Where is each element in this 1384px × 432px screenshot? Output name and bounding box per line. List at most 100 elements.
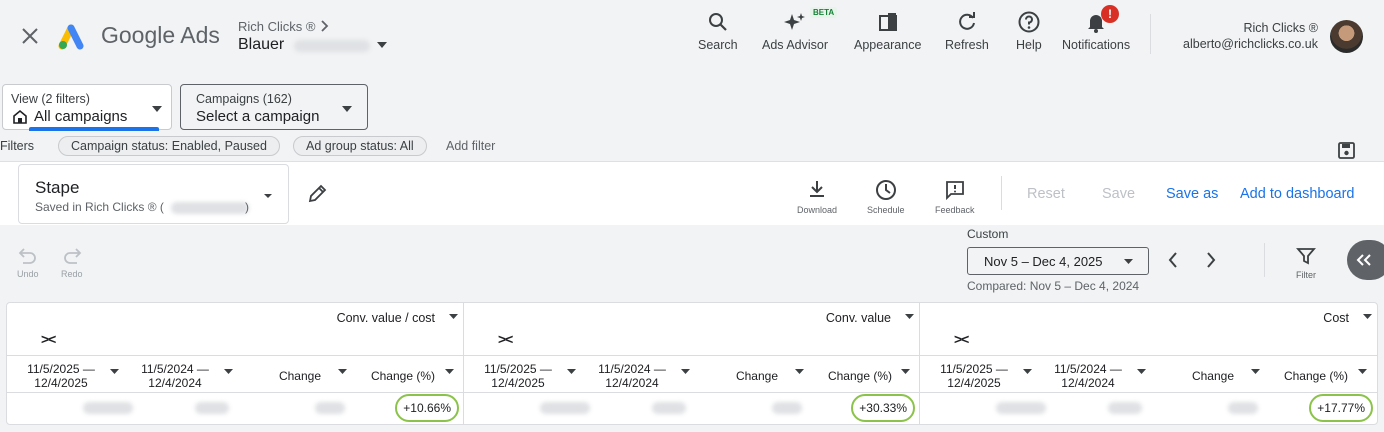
- sort-dropdown-icon[interactable]: [223, 368, 234, 375]
- current-period-header[interactable]: 11/5/2025 —12/4/2025: [21, 362, 101, 390]
- close-icon[interactable]: [20, 26, 40, 46]
- previous-period-start: 11/5/2024 —: [598, 362, 666, 376]
- date-dropdown-icon: [1123, 258, 1134, 265]
- sort-dropdown-icon[interactable]: [1357, 368, 1368, 375]
- change-pct-value: +17.77%: [1309, 394, 1373, 422]
- redacted-value: [1228, 402, 1258, 414]
- nav-notifications[interactable]: Notifications: [1062, 8, 1130, 52]
- help-icon: [1017, 8, 1041, 36]
- nav-appearance[interactable]: Appearance: [854, 8, 921, 52]
- avatar[interactable]: [1330, 20, 1363, 53]
- save-button[interactable]: Save: [1102, 186, 1135, 202]
- expand-columns-icon[interactable]: ><: [41, 331, 56, 347]
- metric-header[interactable]: Conv. value / cost: [337, 311, 435, 325]
- filters-label: Filters: [0, 139, 35, 153]
- reset-button[interactable]: Reset: [1027, 186, 1065, 202]
- metric-header[interactable]: Conv. value: [826, 311, 891, 325]
- sort-dropdown-icon[interactable]: [566, 368, 577, 375]
- change-header[interactable]: Change: [726, 369, 778, 383]
- search-icon: [707, 8, 729, 36]
- double-chevron-left-icon: [1355, 253, 1373, 267]
- change-pct-value: +10.66%: [395, 394, 459, 422]
- campaign-selector[interactable]: Campaigns (162) Select a campaign: [180, 84, 368, 130]
- filter-chip-ad-group-status[interactable]: Ad group status: All: [293, 136, 427, 156]
- filter-icon: [1296, 246, 1316, 266]
- sort-dropdown-icon[interactable]: [1022, 368, 1033, 375]
- filter-chip-campaign-status[interactable]: Campaign status: Enabled, Paused: [58, 136, 280, 156]
- sort-dropdown-icon[interactable]: [337, 368, 348, 375]
- previous-period-header[interactable]: 11/5/2024 —12/4/2024: [592, 362, 672, 390]
- change-pct-header[interactable]: Change (%): [359, 369, 435, 383]
- account-breadcrumb[interactable]: Rich Clicks ®: [238, 19, 315, 34]
- clock-icon: [875, 179, 897, 201]
- save-icon[interactable]: [1337, 141, 1356, 160]
- nav-search[interactable]: Search: [698, 8, 738, 52]
- account-dropdown-icon[interactable]: [376, 41, 388, 49]
- column-header-row: 11/5/2025 —12/4/2025 11/5/2024 —12/4/2024…: [920, 355, 1377, 393]
- add-to-dashboard-button[interactable]: Add to dashboard: [1240, 186, 1354, 202]
- sort-dropdown-icon[interactable]: [900, 368, 911, 375]
- sort-dropdown-icon[interactable]: [794, 368, 805, 375]
- view-active-indicator: [29, 127, 159, 131]
- current-period-header[interactable]: 11/5/2025 —12/4/2025: [934, 362, 1014, 390]
- download-button[interactable]: Download: [797, 179, 837, 215]
- view-selector[interactable]: View (2 filters) All campaigns: [2, 84, 172, 131]
- redacted-value: [540, 402, 590, 414]
- metric-group: Conv. value >< 11/5/2025 —12/4/2025 11/5/20…: [464, 303, 920, 424]
- save-as-button[interactable]: Save as: [1166, 186, 1218, 202]
- chevron-right-icon[interactable]: [1204, 251, 1218, 269]
- collapse-panel-button[interactable]: [1347, 240, 1384, 280]
- account-name[interactable]: Blauer: [238, 36, 284, 54]
- sort-dropdown-icon[interactable]: [1250, 368, 1261, 375]
- schedule-button[interactable]: Schedule: [867, 179, 905, 215]
- nav-refresh[interactable]: Refresh: [945, 8, 989, 52]
- previous-period-header[interactable]: 11/5/2024 —12/4/2024: [1048, 362, 1128, 390]
- chevron-left-icon[interactable]: [1166, 251, 1180, 269]
- edit-pencil-icon[interactable]: [306, 183, 328, 205]
- filter-button[interactable]: Filter: [1296, 246, 1316, 280]
- undo-button[interactable]: Undo: [17, 247, 39, 279]
- top-bar: Google Ads Rich Clicks ® Blauer Search A…: [0, 0, 1384, 77]
- campaign-dropdown-icon: [341, 105, 353, 113]
- change-pct-header[interactable]: Change (%): [816, 369, 892, 383]
- previous-period-header[interactable]: 11/5/2024 —12/4/2024: [135, 362, 215, 390]
- redo-button[interactable]: Redo: [61, 247, 83, 279]
- previous-period-end: 12/4/2024: [148, 376, 202, 390]
- google-ads-logo-icon: [58, 22, 90, 50]
- previous-period-start: 11/5/2024 —: [141, 362, 209, 376]
- report-name: Stape: [35, 178, 80, 197]
- expand-columns-icon[interactable]: ><: [954, 331, 969, 347]
- metric-dropdown-icon[interactable]: [448, 313, 459, 320]
- change-header[interactable]: Change: [1182, 369, 1234, 383]
- sort-dropdown-icon[interactable]: [1136, 368, 1147, 375]
- redacted-saved-account: [171, 202, 249, 214]
- current-period-start: 11/5/2025 —: [27, 362, 95, 376]
- current-period-header[interactable]: 11/5/2025 —12/4/2025: [478, 362, 558, 390]
- change-pct-header[interactable]: Change (%): [1272, 369, 1348, 383]
- beta-badge: BETA: [810, 7, 838, 18]
- redo-label: Redo: [61, 269, 83, 279]
- report-selector[interactable]: Stape Saved in Rich Clicks ® ( ): [18, 164, 289, 224]
- divider: [1264, 243, 1265, 277]
- view-value: All campaigns: [34, 108, 128, 125]
- metric-dropdown-icon[interactable]: [904, 313, 915, 320]
- expand-columns-icon[interactable]: ><: [498, 331, 513, 347]
- feedback-label: Feedback: [935, 205, 975, 215]
- date-range-picker[interactable]: Nov 5 – Dec 4, 2025: [967, 247, 1149, 275]
- metric-group: Conv. value / cost >< 11/5/2025 —12/4/2025…: [7, 303, 464, 424]
- redacted-value: [772, 402, 802, 414]
- undo-icon: [18, 247, 38, 265]
- sort-dropdown-icon[interactable]: [680, 368, 691, 375]
- feedback-button[interactable]: Feedback: [935, 179, 975, 215]
- user-email: alberto@richclicks.co.uk: [1183, 37, 1318, 51]
- nav-help[interactable]: Help: [1016, 8, 1042, 52]
- metric-dropdown-icon[interactable]: [1362, 313, 1373, 320]
- column-header-row: 11/5/2025 —12/4/2025 11/5/2024 —12/4/2024…: [7, 355, 463, 393]
- sort-dropdown-icon[interactable]: [109, 368, 120, 375]
- add-filter-link[interactable]: Add filter: [446, 139, 495, 153]
- metric-header[interactable]: Cost: [1323, 311, 1349, 325]
- sort-dropdown-icon[interactable]: [444, 368, 455, 375]
- schedule-label: Schedule: [867, 205, 905, 215]
- change-header[interactable]: Change: [269, 369, 321, 383]
- redacted-value: [996, 402, 1046, 414]
